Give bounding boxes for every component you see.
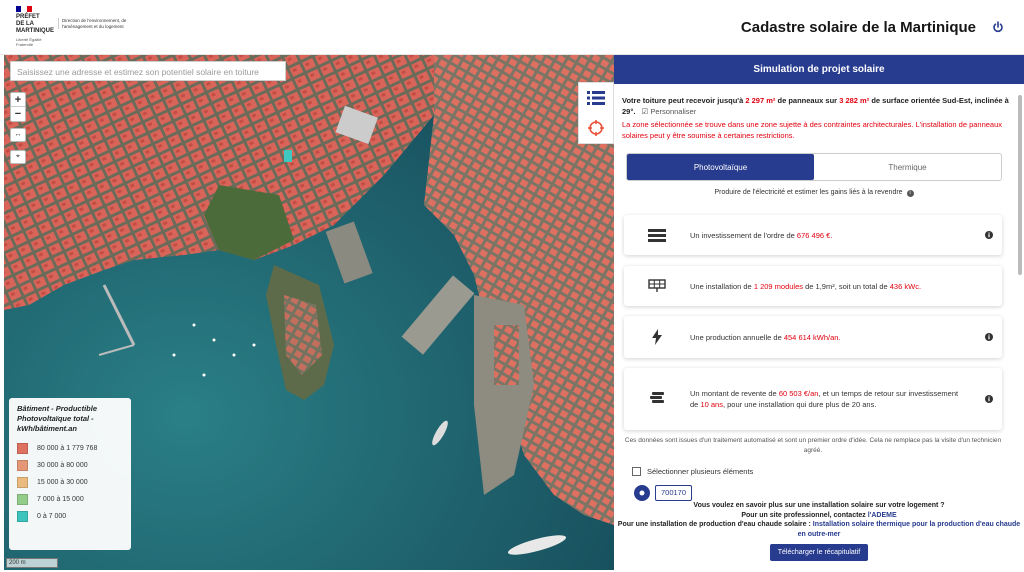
logo-text: PRÉFET DE LA MARTINIQUE [16, 14, 54, 34]
coins-icon [624, 392, 690, 406]
solar-thermal-link[interactable]: Installation solaire thermique pour la p… [798, 521, 1021, 538]
panel-title: Simulation de projet solaire [614, 55, 1024, 84]
legend-item: 30 000 à 80 000 [17, 457, 123, 474]
legend-item: 80 000 à 1 779 768 [17, 440, 123, 457]
list-icon[interactable] [579, 83, 613, 113]
legend-swatch [17, 494, 28, 505]
legend-swatch [17, 511, 28, 522]
target-icon[interactable] [579, 113, 613, 143]
zoom-control: + − [10, 92, 26, 122]
installation-card: Une installation de 1 209 modules de 1,9… [624, 266, 1002, 306]
building-marker-icon [634, 485, 650, 501]
multi-select-option[interactable]: Sélectionner plusieurs éléments [632, 467, 753, 476]
locate-button[interactable]: ⌖ [10, 150, 26, 164]
logo-motto: Liberté Égalité Fraternité [16, 37, 42, 47]
legend-swatch [17, 460, 28, 471]
solar-panel-icon [624, 279, 690, 293]
production-card: Une production annuelle de 454 614 kWh/a… [624, 316, 1002, 358]
info-icon[interactable]: i [906, 190, 914, 197]
french-flag-icon [16, 6, 32, 12]
aerial-map[interactable]: Saisissez une adresse et estimez son pot… [4, 55, 614, 570]
panel-scrollbar[interactable] [1018, 95, 1022, 275]
architectural-warning: La zone sélectionnée se trouve dans une … [622, 120, 1003, 140]
legend-item: 7 000 à 15 000 [17, 491, 123, 508]
legend-swatch [17, 443, 28, 454]
personalize-link[interactable]: ☑ Personnaliser [642, 107, 697, 116]
legend-item: 15 000 à 30 000 [17, 474, 123, 491]
panel-footer: Vous voulez en savoir plus sur une insta… [614, 501, 1024, 572]
map-tools [578, 82, 614, 144]
app-title: Cadastre solaire de la Martinique [740, 19, 976, 36]
simulation-panel: Simulation de projet solaire Votre toitu… [614, 55, 1024, 572]
power-icon[interactable] [992, 21, 1004, 33]
info-icon[interactable] [976, 333, 1002, 341]
energy-tabs: Photovoltaïque Thermique [626, 153, 1002, 181]
zoom-in-button[interactable]: + [11, 93, 25, 107]
roof-summary: Votre toiture peut recevoir jusqu'à 2 29… [622, 96, 1009, 116]
building-id-badge[interactable]: 700170 [655, 485, 693, 501]
money-icon [624, 228, 690, 242]
info-icon[interactable] [976, 231, 1002, 239]
disclaimer-note: Ces données sont issues d'un traitement … [624, 437, 1002, 454]
legend-title: Bâtiment - Productible Photovoltaïque to… [17, 404, 98, 433]
multi-select-checkbox[interactable] [632, 467, 641, 476]
edit-icon: ☑ [641, 107, 649, 116]
resale-card: Un montant de revente de 60 503 €/an, et… [624, 368, 1002, 430]
legend-swatch [17, 477, 28, 488]
map-legend: Bâtiment - Productible Photovoltaïque to… [9, 398, 131, 550]
address-search-input[interactable]: Saisissez une adresse et estimez son pot… [10, 61, 286, 81]
tab-thermique[interactable]: Thermique [814, 154, 1001, 180]
lightning-icon [624, 329, 690, 345]
tab-photovoltaique[interactable]: Photovoltaïque [627, 154, 814, 180]
download-summary-button[interactable]: Télécharger le récapitulatif [769, 544, 869, 561]
building-selection: 700170 [634, 485, 693, 501]
info-icon[interactable] [976, 395, 1002, 403]
logo-direction: Direction de l'environnement, de l'aména… [58, 18, 134, 29]
investment-card: Un investissement de l'ordre de 676 496 … [624, 215, 1002, 255]
zoom-out-button[interactable]: − [11, 107, 25, 121]
tab-description: Produire de l'électricité et estimer les… [626, 189, 1002, 197]
prefecture-logo: PRÉFET DE LA MARTINIQUE Liberté Égalité … [16, 6, 136, 50]
app-header: PRÉFET DE LA MARTINIQUE Liberté Égalité … [0, 0, 1024, 55]
legend-item: 0 à 7 000 [17, 508, 123, 525]
ademe-link[interactable]: l'ADEME [868, 512, 897, 519]
fullscreen-button[interactable]: ↔ [10, 128, 26, 142]
map-scale: 200 m [6, 558, 58, 568]
